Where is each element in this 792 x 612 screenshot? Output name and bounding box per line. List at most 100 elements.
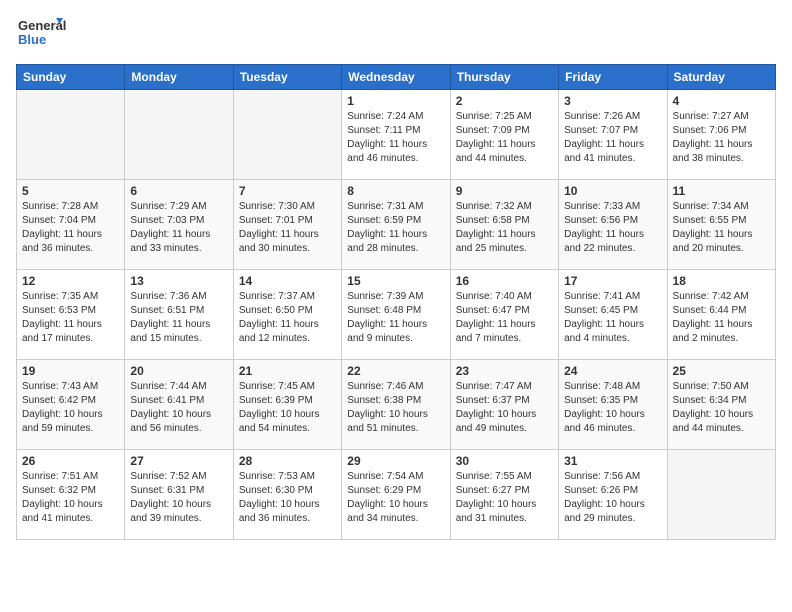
page: General Blue SundayMondayTuesdayWednesda… <box>0 0 792 556</box>
calendar-cell: 8 Sunrise: 7:31 AM Sunset: 6:59 PM Daylig… <box>342 180 450 270</box>
day-info: Sunrise: 7:27 AM Sunset: 7:06 PM Dayligh… <box>673 110 770 166</box>
day-info: Sunrise: 7:47 AM Sunset: 6:37 PM Dayligh… <box>456 380 553 436</box>
logo-svg: General Blue <box>16 16 66 52</box>
day-number: 2 <box>456 94 553 108</box>
calendar-cell: 15 Sunrise: 7:39 AM Sunset: 6:48 PM Dayli… <box>342 270 450 360</box>
day-number: 5 <box>22 184 119 198</box>
day-info: Sunrise: 7:35 AM Sunset: 6:53 PM Dayligh… <box>22 290 119 346</box>
day-number: 6 <box>130 184 227 198</box>
day-info: Sunrise: 7:55 AM Sunset: 6:27 PM Dayligh… <box>456 470 553 526</box>
day-number: 18 <box>673 274 770 288</box>
calendar-cell: 10 Sunrise: 7:33 AM Sunset: 6:56 PM Dayli… <box>559 180 667 270</box>
calendar-cell <box>125 90 233 180</box>
weekday-header: Monday <box>125 65 233 90</box>
day-number: 29 <box>347 454 444 468</box>
calendar-cell: 20 Sunrise: 7:44 AM Sunset: 6:41 PM Dayli… <box>125 360 233 450</box>
calendar-cell: 21 Sunrise: 7:45 AM Sunset: 6:39 PM Dayli… <box>233 360 341 450</box>
day-number: 14 <box>239 274 336 288</box>
day-number: 4 <box>673 94 770 108</box>
day-info: Sunrise: 7:40 AM Sunset: 6:47 PM Dayligh… <box>456 290 553 346</box>
day-info: Sunrise: 7:46 AM Sunset: 6:38 PM Dayligh… <box>347 380 444 436</box>
day-number: 28 <box>239 454 336 468</box>
calendar-week-row: 5 Sunrise: 7:28 AM Sunset: 7:04 PM Daylig… <box>17 180 776 270</box>
calendar-cell: 31 Sunrise: 7:56 AM Sunset: 6:26 PM Dayli… <box>559 450 667 540</box>
calendar-header-row: SundayMondayTuesdayWednesdayThursdayFrid… <box>17 65 776 90</box>
day-info: Sunrise: 7:53 AM Sunset: 6:30 PM Dayligh… <box>239 470 336 526</box>
calendar-cell: 18 Sunrise: 7:42 AM Sunset: 6:44 PM Dayli… <box>667 270 775 360</box>
day-info: Sunrise: 7:41 AM Sunset: 6:45 PM Dayligh… <box>564 290 661 346</box>
day-info: Sunrise: 7:36 AM Sunset: 6:51 PM Dayligh… <box>130 290 227 346</box>
day-info: Sunrise: 7:28 AM Sunset: 7:04 PM Dayligh… <box>22 200 119 256</box>
calendar-cell: 29 Sunrise: 7:54 AM Sunset: 6:29 PM Dayli… <box>342 450 450 540</box>
weekday-header: Friday <box>559 65 667 90</box>
day-info: Sunrise: 7:50 AM Sunset: 6:34 PM Dayligh… <box>673 380 770 436</box>
day-number: 25 <box>673 364 770 378</box>
calendar-cell: 14Sunrise: 7:37 AM Sunset: 6:50 PM Dayli… <box>233 270 341 360</box>
day-number: 31 <box>564 454 661 468</box>
calendar-cell: 11 Sunrise: 7:34 AM Sunset: 6:55 PM Dayli… <box>667 180 775 270</box>
calendar-cell: 6 Sunrise: 7:29 AM Sunset: 7:03 PM Daylig… <box>125 180 233 270</box>
day-number: 24 <box>564 364 661 378</box>
day-info: Sunrise: 7:34 AM Sunset: 6:55 PM Dayligh… <box>673 200 770 256</box>
calendar-cell: 19 Sunrise: 7:43 AM Sunset: 6:42 PM Dayli… <box>17 360 125 450</box>
day-info: Sunrise: 7:56 AM Sunset: 6:26 PM Dayligh… <box>564 470 661 526</box>
svg-text:Blue: Blue <box>18 32 46 47</box>
calendar: SundayMondayTuesdayWednesdayThursdayFrid… <box>16 64 776 540</box>
day-number: 10 <box>564 184 661 198</box>
day-number: 19 <box>22 364 119 378</box>
day-number: 16 <box>456 274 553 288</box>
day-info: Sunrise: 7:51 AM Sunset: 6:32 PM Dayligh… <box>22 470 119 526</box>
calendar-week-row: 26Sunrise: 7:51 AM Sunset: 6:32 PM Dayli… <box>17 450 776 540</box>
day-info: Sunrise: 7:54 AM Sunset: 6:29 PM Dayligh… <box>347 470 444 526</box>
day-info: Sunrise: 7:24 AM Sunset: 7:11 PM Dayligh… <box>347 110 444 166</box>
day-number: 17 <box>564 274 661 288</box>
day-number: 9 <box>456 184 553 198</box>
calendar-cell: 13 Sunrise: 7:36 AM Sunset: 6:51 PM Dayli… <box>125 270 233 360</box>
day-info: Sunrise: 7:45 AM Sunset: 6:39 PM Dayligh… <box>239 380 336 436</box>
calendar-cell: 12Sunrise: 7:35 AM Sunset: 6:53 PM Dayli… <box>17 270 125 360</box>
day-info: Sunrise: 7:31 AM Sunset: 6:59 PM Dayligh… <box>347 200 444 256</box>
day-info: Sunrise: 7:43 AM Sunset: 6:42 PM Dayligh… <box>22 380 119 436</box>
day-info: Sunrise: 7:48 AM Sunset: 6:35 PM Dayligh… <box>564 380 661 436</box>
day-info: Sunrise: 7:26 AM Sunset: 7:07 PM Dayligh… <box>564 110 661 166</box>
calendar-cell: 26Sunrise: 7:51 AM Sunset: 6:32 PM Dayli… <box>17 450 125 540</box>
day-number: 1 <box>347 94 444 108</box>
day-number: 3 <box>564 94 661 108</box>
day-number: 30 <box>456 454 553 468</box>
calendar-cell: 5 Sunrise: 7:28 AM Sunset: 7:04 PM Daylig… <box>17 180 125 270</box>
calendar-cell: 2 Sunrise: 7:25 AM Sunset: 7:09 PM Daylig… <box>450 90 558 180</box>
day-info: Sunrise: 7:25 AM Sunset: 7:09 PM Dayligh… <box>456 110 553 166</box>
calendar-cell: 28 Sunrise: 7:53 AM Sunset: 6:30 PM Dayli… <box>233 450 341 540</box>
calendar-cell: 4 Sunrise: 7:27 AM Sunset: 7:06 PM Daylig… <box>667 90 775 180</box>
day-info: Sunrise: 7:30 AM Sunset: 7:01 PM Dayligh… <box>239 200 336 256</box>
day-number: 11 <box>673 184 770 198</box>
calendar-cell <box>667 450 775 540</box>
header: General Blue <box>16 16 776 52</box>
day-number: 22 <box>347 364 444 378</box>
day-number: 7 <box>239 184 336 198</box>
weekday-header: Saturday <box>667 65 775 90</box>
calendar-cell <box>17 90 125 180</box>
calendar-cell: 24 Sunrise: 7:48 AM Sunset: 6:35 PM Dayli… <box>559 360 667 450</box>
calendar-cell: 17 Sunrise: 7:41 AM Sunset: 6:45 PM Dayli… <box>559 270 667 360</box>
weekday-header: Sunday <box>17 65 125 90</box>
calendar-cell: 1 Sunrise: 7:24 AM Sunset: 7:11 PM Daylig… <box>342 90 450 180</box>
day-info: Sunrise: 7:42 AM Sunset: 6:44 PM Dayligh… <box>673 290 770 346</box>
day-number: 20 <box>130 364 227 378</box>
day-info: Sunrise: 7:44 AM Sunset: 6:41 PM Dayligh… <box>130 380 227 436</box>
calendar-week-row: 19 Sunrise: 7:43 AM Sunset: 6:42 PM Dayli… <box>17 360 776 450</box>
day-info: Sunrise: 7:32 AM Sunset: 6:58 PM Dayligh… <box>456 200 553 256</box>
day-number: 8 <box>347 184 444 198</box>
calendar-week-row: 12Sunrise: 7:35 AM Sunset: 6:53 PM Dayli… <box>17 270 776 360</box>
weekday-header: Thursday <box>450 65 558 90</box>
calendar-cell <box>233 90 341 180</box>
day-info: Sunrise: 7:29 AM Sunset: 7:03 PM Dayligh… <box>130 200 227 256</box>
calendar-week-row: 1 Sunrise: 7:24 AM Sunset: 7:11 PM Daylig… <box>17 90 776 180</box>
day-number: 21 <box>239 364 336 378</box>
weekday-header: Wednesday <box>342 65 450 90</box>
day-number: 15 <box>347 274 444 288</box>
day-number: 23 <box>456 364 553 378</box>
day-number: 13 <box>130 274 227 288</box>
day-info: Sunrise: 7:39 AM Sunset: 6:48 PM Dayligh… <box>347 290 444 346</box>
day-info: Sunrise: 7:33 AM Sunset: 6:56 PM Dayligh… <box>564 200 661 256</box>
